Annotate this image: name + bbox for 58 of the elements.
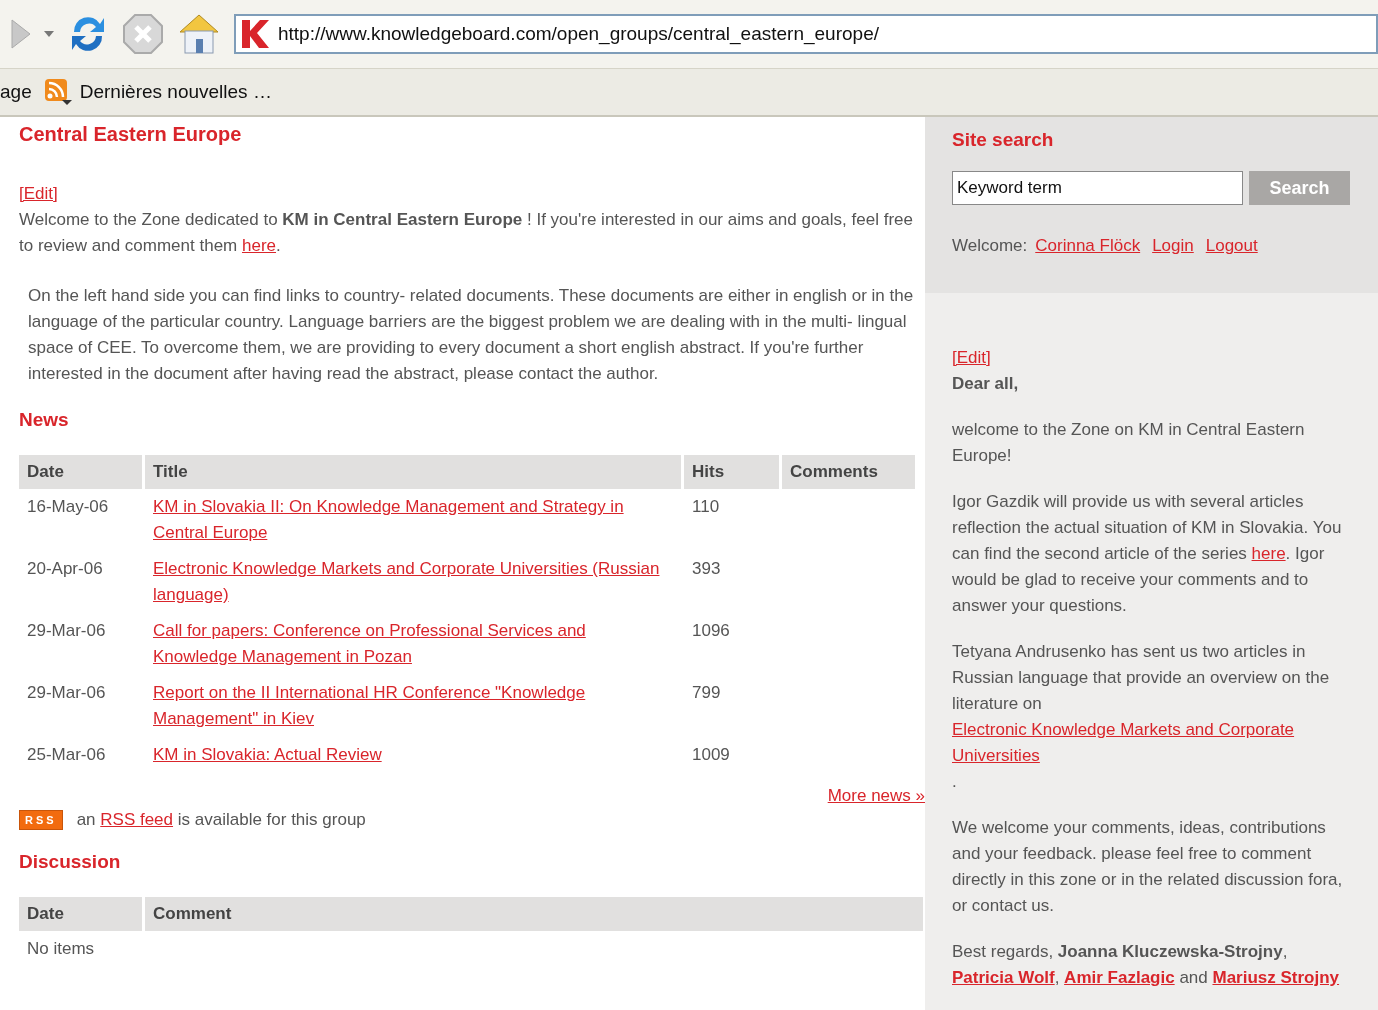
sidebar-paragraph: welcome to the Zone on KM in Central Eastern Europe! bbox=[952, 419, 1306, 467]
table-cell-text: 799 bbox=[691, 682, 722, 704]
table-cell-text: 20-Apr-06 bbox=[26, 558, 104, 580]
news-link[interactable]: KM in Slovakia II: On Knowledge Management and Strategy in Central Europe bbox=[153, 494, 673, 546]
link[interactable]: Patricia Wolf bbox=[952, 968, 1055, 987]
column-header: Date bbox=[19, 897, 142, 931]
site-logo-icon bbox=[240, 18, 270, 50]
address-bar[interactable]: http://www.knowledgeboard.com/open_groups/central_eastern_europe/ bbox=[234, 14, 1378, 54]
news-link[interactable]: Call for papers: Conference on Professional Services and Knowledge Management in Pozan bbox=[153, 618, 673, 670]
column-header: Comment bbox=[145, 897, 923, 931]
column-header: Comments bbox=[782, 455, 915, 489]
link[interactable]: Mariusz Strojny bbox=[1212, 968, 1340, 987]
table-cell-text: 29-Mar-06 bbox=[26, 682, 107, 704]
link[interactable]: here bbox=[242, 236, 276, 255]
link[interactable]: Amir Fazlagic bbox=[1064, 968, 1175, 987]
search-field[interactable]: Keyword term bbox=[952, 171, 1243, 205]
dropdown-caret-icon[interactable] bbox=[44, 31, 54, 37]
rss-text: an RSS feed is available for this group bbox=[76, 809, 366, 831]
body-paragraph: On the left hand side you can find links to country- related documents. These documents are either in english or in the language of the particular country. Language barriers are the biggest problem we are dealing with in the multi- lingual space of CEE. To overcome them, we are providing to every document a short english abstract. If you're further interested in the document after having read the abstract, please contact the author. bbox=[27, 285, 915, 385]
table-cell-text: 1009 bbox=[691, 744, 731, 766]
welcome-label: Welcome: bbox=[952, 235, 1028, 257]
table-cell-text: 393 bbox=[691, 558, 722, 580]
intro-paragraph: Welcome to the Zone dedicated to KM in Central Eastern Europe ! If you're interested in our aims and goals, feel free to review and comment them here. bbox=[19, 209, 914, 257]
link[interactable]: Electronic Knowledge Markets and Corporate Universities bbox=[952, 717, 1354, 769]
table-cell-text: 1096 bbox=[691, 620, 731, 642]
stop-icon[interactable] bbox=[122, 13, 164, 55]
address-text: http://www.knowledgeboard.com/open_groups/central_eastern_europe/ bbox=[278, 21, 879, 47]
more-news-link[interactable]: More news » bbox=[827, 783, 925, 809]
news-link[interactable]: Electronic Knowledge Markets and Corporate Universities (Russian language) bbox=[153, 556, 673, 608]
table-cell-text: No items bbox=[26, 938, 96, 960]
edit-link[interactable]: [Edit] bbox=[19, 184, 58, 203]
section-heading: Site search bbox=[952, 128, 1055, 152]
table-cell-text: 16-May-06 bbox=[26, 496, 110, 518]
table-cell-text: 25-Mar-06 bbox=[26, 744, 107, 766]
rss-badge[interactable]: RSS bbox=[19, 810, 63, 830]
sidebar-paragraph: Best regards, Joanna Kluczewska-Strojny, Patricia Wolf, Amir Fazlagic and Mariusz Strojny bbox=[952, 941, 1341, 989]
column-header: Title bbox=[145, 455, 681, 489]
account-link[interactable]: Corinna Flöck bbox=[1035, 233, 1141, 259]
sidebar-paragraph: Dear all, bbox=[952, 373, 1020, 395]
column-header: Hits bbox=[684, 455, 779, 489]
edit-link[interactable]: [Edit] bbox=[952, 348, 991, 367]
sidebar-paragraph: Tetyana Andrusenko has sent us two articles in Russian language that provide an overview on the literature on Electronic Knowledge Markets and Corporate Universities . bbox=[952, 639, 1354, 795]
sidebar-paragraph: We welcome your comments, ideas, contributions and your feedback. please feel free to comment directly in this zone or in the related discussion fora, or contact us. bbox=[952, 817, 1344, 917]
news-link[interactable]: Report on the II International HR Conference "Knowledge Management" in Kiev bbox=[153, 680, 673, 732]
sidebar-paragraph: Igor Gazdik will provide us with several articles reflection the actual situation of KM in Slovakia. You can find the second article of the series here. Igor would be glad to receive your comments and to answer your questions. bbox=[952, 491, 1343, 617]
table-cell-text: 29-Mar-06 bbox=[26, 620, 107, 642]
column-header: Date bbox=[19, 455, 142, 489]
bookmark-label: Dernières nouvelles … bbox=[79, 79, 272, 104]
table-cell-text: 110 bbox=[691, 496, 721, 518]
bookmark[interactable]: age bbox=[0, 77, 32, 107]
news-link[interactable]: KM in Slovakia: Actual Review bbox=[153, 742, 673, 768]
account-link[interactable]: Logout bbox=[1205, 233, 1258, 259]
section-heading: News bbox=[19, 408, 70, 432]
link[interactable]: RSS feed bbox=[100, 810, 174, 829]
section-heading: Discussion bbox=[19, 850, 122, 874]
account-link[interactable]: Login bbox=[1152, 233, 1194, 259]
link[interactable]: here bbox=[1251, 544, 1286, 563]
page-title: Central Eastern Europe bbox=[19, 122, 243, 147]
